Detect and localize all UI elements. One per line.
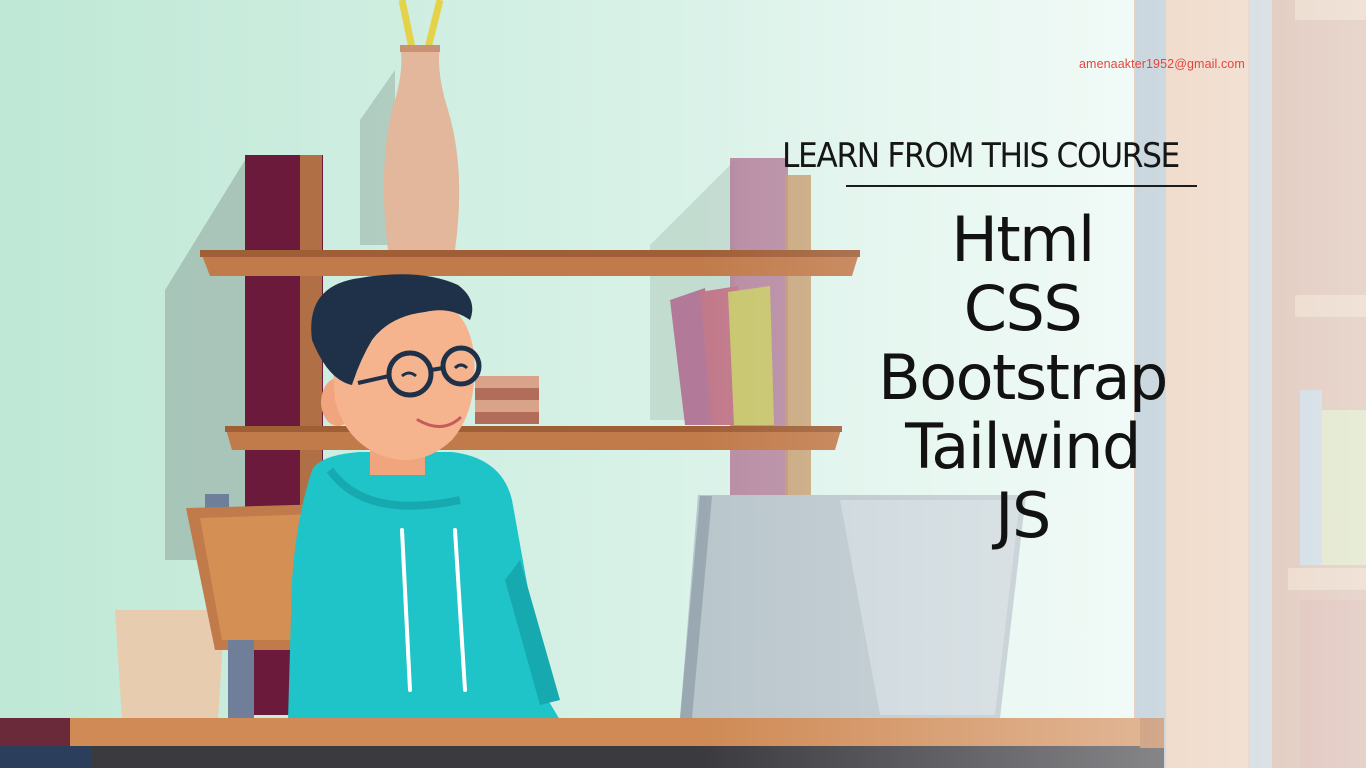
watermark-email: amenaakter1952@gmail.com [1079, 57, 1245, 71]
topic-css: CSS [963, 272, 1083, 345]
topic-js: JS [995, 479, 1051, 552]
video-frame: amenaakter1952@gmail.com LEARN FROM THIS… [0, 0, 1366, 768]
topic-bootstrap: Bootstrap [878, 341, 1168, 414]
topic-html: Html [951, 203, 1095, 276]
course-heading: LEARN FROM THIS COURSE [782, 136, 1180, 176]
heading-underline [846, 185, 1197, 187]
topic-tailwind: Tailwind [905, 410, 1141, 483]
course-topic-list: Html CSS Bootstrap Tailwind JS [820, 205, 1225, 550]
